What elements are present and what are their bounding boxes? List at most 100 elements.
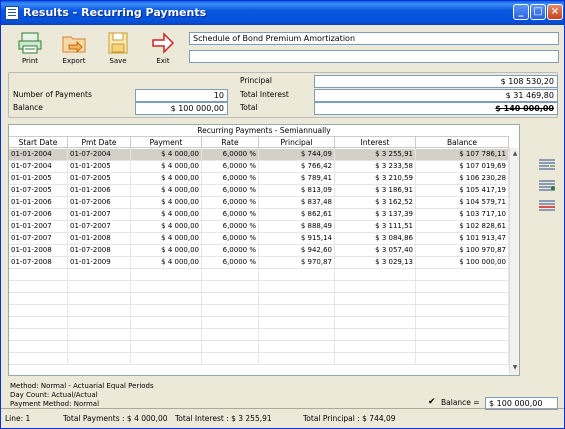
- table-row[interactable]: 01-01-2008 01-07-2008 $ 4 000,00 6,0000 % $ …: [9, 245, 509, 257]
- description-field-1[interactable]: Schedule of Bond Premium Amortization: [189, 32, 559, 45]
- total-interest-label: Total Interest: [240, 90, 289, 99]
- vertical-scrollbar[interactable]: ▲ ▼: [509, 148, 519, 375]
- table-cell: 01-01-2004: [9, 149, 68, 160]
- table-row[interactable]: 01-01-2006 01-07-2006 $ 4 000,00 6,0000 % $ …: [9, 197, 509, 209]
- number-of-payments-value: 10: [135, 89, 228, 102]
- table-cell: $ 3 111,51: [335, 221, 416, 232]
- balance-checkbox[interactable]: ✔: [428, 398, 438, 408]
- table-cell: $ 837,48: [259, 197, 335, 208]
- table-cell: 01-07-2005: [68, 173, 131, 184]
- table-cell: $ 3 057,40: [335, 245, 416, 256]
- table-cell: $ 888,49: [259, 221, 335, 232]
- empty-cell: [416, 353, 509, 364]
- title-bar[interactable]: Results - Recurring Payments _ □ ×: [1, 1, 564, 25]
- delete-row-icon[interactable]: [537, 199, 557, 213]
- table-cell: $ 107 019,69: [416, 161, 509, 172]
- method-text: Method: Normal - Actuarial Equal Periods: [10, 382, 154, 390]
- table-cell: 01-07-2007: [9, 233, 68, 244]
- table-cell: $ 106 230,28: [416, 173, 509, 184]
- table-cell: 6,0000 %: [202, 197, 259, 208]
- window-title: Results - Recurring Payments: [23, 6, 207, 19]
- empty-cell: [9, 293, 68, 304]
- day-count-text: Day Count: Actual/Actual: [10, 391, 98, 399]
- payments-grid[interactable]: Recurring Payments - Semiannually Start …: [8, 124, 520, 376]
- col-interest[interactable]: Interest: [335, 137, 416, 149]
- empty-cell: [335, 329, 416, 340]
- export-button[interactable]: Export: [54, 31, 94, 67]
- table-cell: 01-07-2006: [68, 197, 131, 208]
- table-cell: $ 862,61: [259, 209, 335, 220]
- table-cell: 01-07-2004: [68, 149, 131, 160]
- empty-cell: [259, 281, 335, 292]
- close-button[interactable]: ×: [547, 4, 563, 20]
- empty-cell: [259, 269, 335, 280]
- col-start-date[interactable]: Start Date: [9, 137, 68, 149]
- exit-button[interactable]: Exit: [143, 31, 183, 67]
- table-cell: $ 4 000,00: [131, 149, 202, 160]
- empty-row: [9, 317, 509, 329]
- table-cell: 01-01-2005: [68, 161, 131, 172]
- table-cell: 01-07-2004: [9, 161, 68, 172]
- table-cell: 6,0000 %: [202, 221, 259, 232]
- table-row[interactable]: 01-07-2005 01-01-2006 $ 4 000,00 6,0000 % $ …: [9, 185, 509, 197]
- maximize-button[interactable]: □: [530, 4, 546, 20]
- table-row[interactable]: 01-07-2008 01-01-2009 $ 4 000,00 6,0000 % $ …: [9, 257, 509, 269]
- table-cell: $ 100 000,00: [416, 257, 509, 268]
- table-cell: $ 4 000,00: [131, 221, 202, 232]
- empty-cell: [335, 317, 416, 328]
- table-cell: 01-07-2008: [68, 245, 131, 256]
- table-cell: $ 3 137,39: [335, 209, 416, 220]
- empty-cell: [335, 293, 416, 304]
- empty-row: [9, 305, 509, 317]
- exit-arrow-icon: [150, 31, 176, 55]
- empty-row: [9, 341, 509, 353]
- table-cell: $ 4 000,00: [131, 161, 202, 172]
- minimize-button[interactable]: _: [513, 4, 529, 20]
- save-button[interactable]: Save: [98, 31, 138, 67]
- scroll-up-icon[interactable]: ▲: [511, 150, 519, 158]
- empty-cell: [416, 329, 509, 340]
- empty-cell: [131, 329, 202, 340]
- print-button[interactable]: Print: [10, 31, 50, 67]
- empty-cell: [131, 353, 202, 364]
- status-total-interest: Total Interest : $ 3 255,91: [175, 414, 272, 423]
- table-cell: $ 744,09: [259, 149, 335, 160]
- table-cell: $ 4 000,00: [131, 173, 202, 184]
- empty-cell: [416, 305, 509, 316]
- insert-row-icon[interactable]: [537, 158, 557, 172]
- table-row[interactable]: 01-07-2007 01-01-2008 $ 4 000,00 6,0000 % $ …: [9, 233, 509, 245]
- total-interest-value: $ 31 469,80: [314, 89, 558, 102]
- table-cell: $ 4 000,00: [131, 245, 202, 256]
- table-cell: $ 102 828,61: [416, 221, 509, 232]
- table-row[interactable]: 01-01-2005 01-07-2005 $ 4 000,00 6,0000 % $ …: [9, 173, 509, 185]
- table-row[interactable]: 01-01-2007 01-07-2007 $ 4 000,00 6,0000 % $ …: [9, 221, 509, 233]
- empty-cell: [335, 281, 416, 292]
- scroll-down-icon[interactable]: ▼: [511, 364, 519, 372]
- table-cell: $ 4 000,00: [131, 197, 202, 208]
- table-cell: 01-07-2007: [68, 221, 131, 232]
- empty-cell: [416, 269, 509, 280]
- table-cell: $ 3 162,52: [335, 197, 416, 208]
- description-field-2[interactable]: [189, 50, 559, 63]
- col-principal[interactable]: Principal: [259, 137, 335, 149]
- table-cell: 01-07-2006: [9, 209, 68, 220]
- empty-cell: [202, 353, 259, 364]
- table-cell: $ 942,60: [259, 245, 335, 256]
- table-cell: 6,0000 %: [202, 149, 259, 160]
- export-icon: [61, 31, 87, 55]
- edit-row-icon[interactable]: [537, 179, 557, 193]
- table-cell: $ 4 000,00: [131, 257, 202, 268]
- table-cell: $ 3 084,86: [335, 233, 416, 244]
- empty-cell: [335, 341, 416, 352]
- table-row[interactable]: 01-07-2004 01-01-2005 $ 4 000,00 6,0000 % $ …: [9, 161, 509, 173]
- col-balance[interactable]: Balance: [416, 137, 509, 149]
- col-pmt-date[interactable]: Pmt Date: [68, 137, 131, 149]
- balance-label: Balance: [13, 103, 43, 112]
- table-row[interactable]: 01-01-2004 01-07-2004 $ 4 000,00 6,0000 % $ …: [9, 149, 509, 161]
- table-cell: 01-01-2008: [68, 233, 131, 244]
- col-payment[interactable]: Payment: [131, 137, 202, 149]
- col-rate[interactable]: Rate: [202, 137, 259, 149]
- table-cell: 01-01-2006: [9, 197, 68, 208]
- empty-cell: [68, 317, 131, 328]
- table-row[interactable]: 01-07-2006 01-01-2007 $ 4 000,00 6,0000 % $ …: [9, 209, 509, 221]
